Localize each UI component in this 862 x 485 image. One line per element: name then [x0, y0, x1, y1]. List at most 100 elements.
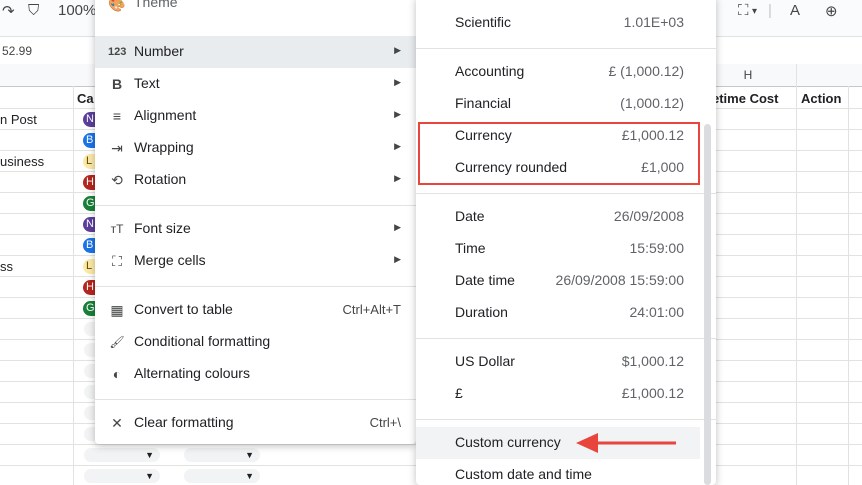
- dropdown-chip[interactable]: ▼: [84, 469, 160, 483]
- red-arrow-annotation: [576, 433, 676, 453]
- menu-item-convert-to-table[interactable]: ▦ Convert to table Ctrl+Alt+T: [95, 294, 416, 326]
- rotation-icon: ⟲: [111, 172, 123, 188]
- format-name: Date time: [455, 272, 515, 288]
- shortcut-label: Ctrl+Alt+T: [342, 302, 401, 317]
- menu-item-number[interactable]: 123 Number ▶: [95, 36, 416, 68]
- menu-item-label: Alternating colours: [134, 365, 250, 381]
- toolbar-divider: |: [768, 2, 772, 19]
- submenu-item-financial[interactable]: Financial (1,000.12): [416, 88, 716, 120]
- menu-divider: [95, 286, 416, 287]
- submenu-divider: [416, 419, 716, 420]
- column-header[interactable]: [797, 64, 862, 87]
- fill-drop-icon: ◐: [112, 366, 122, 382]
- submenu-arrow-icon: ▶: [394, 77, 401, 87]
- menu-item-label: Number: [134, 43, 184, 59]
- menu-item-merge-cells[interactable]: ⛶ Merge cells ▶: [95, 245, 416, 277]
- menu-item-label: Merge cells: [134, 252, 206, 268]
- menu-item-label: Font size: [134, 220, 191, 236]
- menu-item-clear-formatting[interactable]: ✕ Clear formatting Ctrl+\: [95, 407, 416, 439]
- submenu-arrow-icon: ▶: [394, 173, 401, 183]
- submenu-item-accounting[interactable]: Accounting £ (1,000.12): [416, 56, 716, 88]
- submenu-arrow-icon: ▶: [394, 141, 401, 151]
- currency-highlight-box: [418, 122, 700, 185]
- row-label: ss: [0, 259, 13, 274]
- menu-item-wrapping[interactable]: ⇥ Wrapping ▶: [95, 132, 416, 164]
- dropdown-chip[interactable]: ▼: [184, 448, 260, 462]
- menu-divider: [95, 205, 416, 206]
- grid-line: [848, 86, 849, 485]
- format-example: 26/09/2008: [613, 208, 684, 224]
- menu-item-label: Theme: [134, 0, 178, 10]
- header-category: Ca: [77, 91, 94, 106]
- submenu-item-pound[interactable]: £ £1,000.12: [416, 378, 716, 410]
- submenu-item-us-dollar[interactable]: US Dollar $1,000.12: [416, 346, 716, 378]
- format-example: $1,000.12: [621, 353, 684, 369]
- chevron-down-icon: ▼: [145, 450, 154, 460]
- format-name: Accounting: [455, 63, 525, 79]
- header-action: Action: [801, 91, 842, 106]
- format-example: (1,000.12): [620, 95, 684, 111]
- format-menu: 🎨 Theme 123 Number ▶ B Text ▶ ≡ Alignmen…: [95, 0, 416, 444]
- bold-icon: B: [111, 76, 123, 92]
- submenu-item-date[interactable]: Date 26/09/2008: [416, 201, 716, 233]
- menu-item-text[interactable]: B Text ▶: [95, 68, 416, 100]
- grid-line: [73, 86, 74, 485]
- submenu-divider: [416, 338, 716, 339]
- submenu-item-scientific[interactable]: Scientific 1.01E+03: [416, 7, 716, 39]
- submenu-scrollbar[interactable]: [704, 124, 711, 485]
- dropdown-chip[interactable]: ▼: [84, 448, 160, 462]
- menu-item-theme[interactable]: 🎨 Theme: [95, 0, 416, 24]
- format-name: Financial: [455, 95, 512, 111]
- menu-item-rotation[interactable]: ⟲ Rotation ▶: [95, 164, 416, 196]
- format-example: 26/09/2008 15:59:00: [555, 272, 684, 288]
- chevron-down-icon: ▼: [245, 450, 254, 460]
- format-example: 24:01:00: [629, 304, 685, 320]
- text-color-icon[interactable]: A: [790, 2, 800, 19]
- menu-item-alternating-colours[interactable]: ◐ Alternating colours: [95, 358, 416, 390]
- column-header[interactable]: [0, 64, 74, 87]
- menu-item-conditional-formatting[interactable]: 🖌 Conditional formatting: [95, 326, 416, 358]
- submenu-item-time[interactable]: Time 15:59:00: [416, 233, 716, 265]
- format-name: Custom date and time: [455, 466, 592, 482]
- toolbar-icon-b[interactable]: ⊕: [825, 2, 838, 20]
- submenu-arrow-icon: ▶: [394, 45, 401, 55]
- number-format-icon: 123: [108, 46, 127, 58]
- paint-roller-icon: 🖌: [109, 335, 125, 349]
- format-example: 1.01E+03: [623, 14, 684, 30]
- submenu-item-duration[interactable]: Duration 24:01:00: [416, 297, 716, 329]
- submenu-arrow-icon: ▶: [394, 109, 401, 119]
- chevron-down-icon[interactable]: ▾: [752, 6, 757, 17]
- formula-value: 52.99: [2, 44, 33, 58]
- header-lifetime-cost: etime Cost: [712, 91, 779, 106]
- format-name: Time: [455, 240, 486, 256]
- clear-format-icon: ✕: [111, 415, 123, 431]
- toolbar-icon-a[interactable]: ⛶: [738, 2, 749, 19]
- format-name: Scientific: [455, 14, 512, 30]
- submenu-divider: [416, 48, 716, 49]
- dropdown-chip[interactable]: ▼: [184, 469, 260, 483]
- format-name: Custom currency: [455, 434, 561, 450]
- palette-icon: 🎨: [108, 0, 126, 12]
- submenu-arrow-icon: ▶: [394, 254, 401, 264]
- format-example: £ (1,000.12): [608, 63, 685, 79]
- submenu-divider: [416, 193, 716, 194]
- paint-format-icon[interactable]: ⛉: [28, 2, 39, 19]
- submenu-arrow-icon: ▶: [394, 222, 401, 232]
- font-size-icon: тT: [110, 222, 124, 236]
- format-example: £1,000.12: [621, 385, 684, 401]
- redo-icon[interactable]: ↷: [2, 2, 15, 20]
- menu-item-label: Rotation: [134, 171, 187, 187]
- row-label: n Post: [0, 112, 37, 127]
- submenu-item-custom-date-time[interactable]: Custom date and time: [416, 459, 716, 485]
- menu-divider: [95, 399, 416, 400]
- menu-item-label: Convert to table: [134, 301, 233, 317]
- format-name: £: [455, 385, 463, 401]
- submenu-item-date-time[interactable]: Date time 26/09/2008 15:59:00: [416, 265, 716, 297]
- table-icon: ▦: [110, 302, 124, 318]
- shortcut-label: Ctrl+\: [369, 415, 401, 430]
- chevron-down-icon: ▼: [245, 471, 254, 481]
- zoom-select[interactable]: 100%: [58, 2, 96, 19]
- menu-item-alignment[interactable]: ≡ Alignment ▶: [95, 100, 416, 132]
- menu-item-font-size[interactable]: тT Font size ▶: [95, 213, 416, 245]
- align-icon: ≡: [112, 108, 122, 124]
